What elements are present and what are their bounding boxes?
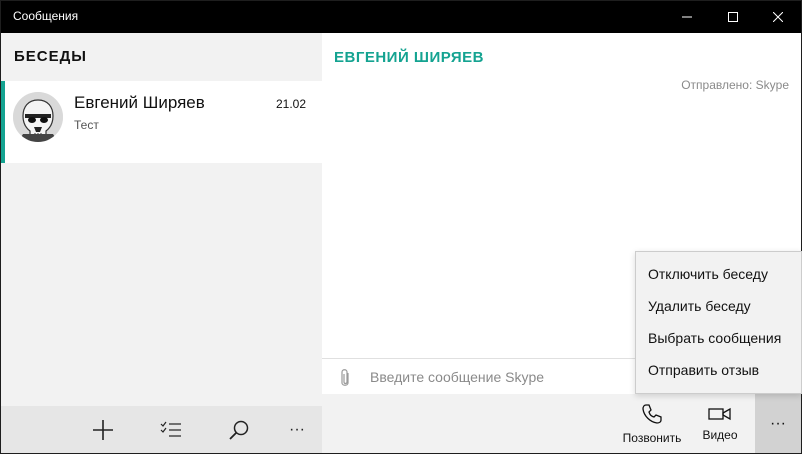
video-button[interactable]: Видео xyxy=(690,394,750,453)
maximize-button[interactable] xyxy=(710,1,756,33)
menu-item-feedback[interactable]: Отправить отзыв xyxy=(636,354,801,386)
select-button[interactable] xyxy=(149,406,193,453)
minimize-icon xyxy=(682,16,692,18)
close-button[interactable] xyxy=(755,1,801,33)
conversations-pane: БЕСЕДЫ Евгений Ширяев Тест 21.02 ··· xyxy=(1,33,322,453)
sent-via-label: Отправлено: Skype xyxy=(681,78,789,92)
stormtrooper-avatar-icon xyxy=(13,92,63,142)
title-bar: Сообщения xyxy=(1,1,801,33)
menu-item-select[interactable]: Выбрать сообщения xyxy=(636,322,801,354)
video-label: Видео xyxy=(702,427,738,442)
call-button[interactable]: Позвонить xyxy=(614,394,690,453)
menu-item-delete[interactable]: Удалить беседу xyxy=(636,290,801,322)
new-conversation-button[interactable] xyxy=(81,406,125,453)
messaging-window: Сообщения БЕСЕДЫ Евгений Ширяев Тест 21.… xyxy=(0,0,802,454)
avatar xyxy=(13,92,63,142)
conversation-preview: Тест xyxy=(74,118,99,132)
plus-icon xyxy=(93,419,113,440)
sidebar-more-button[interactable]: ··· xyxy=(275,406,319,453)
call-label: Позвонить xyxy=(622,430,682,445)
conversations-toolbar: ··· xyxy=(1,406,322,453)
checklist-icon xyxy=(160,421,181,437)
conversations-heading: БЕСЕДЫ xyxy=(14,48,87,65)
window-title: Сообщения xyxy=(13,9,79,23)
maximize-icon xyxy=(728,12,738,22)
chat-more-button[interactable]: ··· xyxy=(755,394,801,453)
chat-actions-bar: Позвонить Видео ··· xyxy=(322,394,801,453)
chat-context-menu: Отключить беседу Удалить беседу Выбрать … xyxy=(635,251,802,394)
conversation-item[interactable]: Евгений Ширяев Тест 21.02 xyxy=(1,81,322,163)
search-icon xyxy=(229,420,249,440)
conversation-date: 21.02 xyxy=(275,97,306,111)
attach-icon[interactable] xyxy=(338,369,352,389)
minimize-button[interactable] xyxy=(664,1,710,33)
conversation-name: Евгений Ширяев xyxy=(74,93,205,112)
contact-name: ЕВГЕНИЙ ШИРЯЕВ xyxy=(334,49,485,66)
more-label: ··· xyxy=(770,414,786,432)
selected-indicator xyxy=(1,81,5,163)
phone-icon xyxy=(642,403,662,424)
message-input[interactable]: Введите сообщение Skype xyxy=(370,369,544,385)
search-button[interactable] xyxy=(217,406,261,453)
video-camera-icon xyxy=(708,407,731,420)
close-icon xyxy=(773,12,783,22)
menu-item-mute[interactable]: Отключить беседу xyxy=(636,258,801,290)
